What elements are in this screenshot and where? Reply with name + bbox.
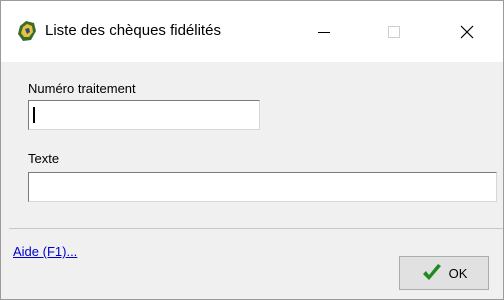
- app-icon: [18, 21, 36, 41]
- check-icon: [422, 264, 441, 280]
- maximize-icon: [388, 26, 400, 38]
- ok-button-label: OK: [448, 265, 468, 281]
- ok-button[interactable]: OK: [399, 256, 489, 290]
- text-caret: [33, 107, 35, 123]
- window-title: Liste des chèques fidélités: [45, 22, 221, 39]
- minimize-icon: [318, 31, 330, 33]
- dialog-window: Liste des chèques fidélités Numéro trait…: [0, 0, 504, 300]
- close-icon: [460, 25, 474, 39]
- texte-label: Texte: [28, 151, 60, 166]
- texte-input[interactable]: [28, 172, 497, 202]
- numero-traitement-input[interactable]: [28, 100, 260, 130]
- maximize-button[interactable]: [371, 11, 417, 53]
- close-button[interactable]: [444, 11, 490, 53]
- minimize-button[interactable]: [301, 11, 347, 53]
- title-bar[interactable]: Liste des chèques fidélités: [1, 1, 503, 62]
- numero-traitement-label: Numéro traitement: [28, 81, 136, 96]
- help-link[interactable]: Aide (F1)...: [13, 244, 77, 259]
